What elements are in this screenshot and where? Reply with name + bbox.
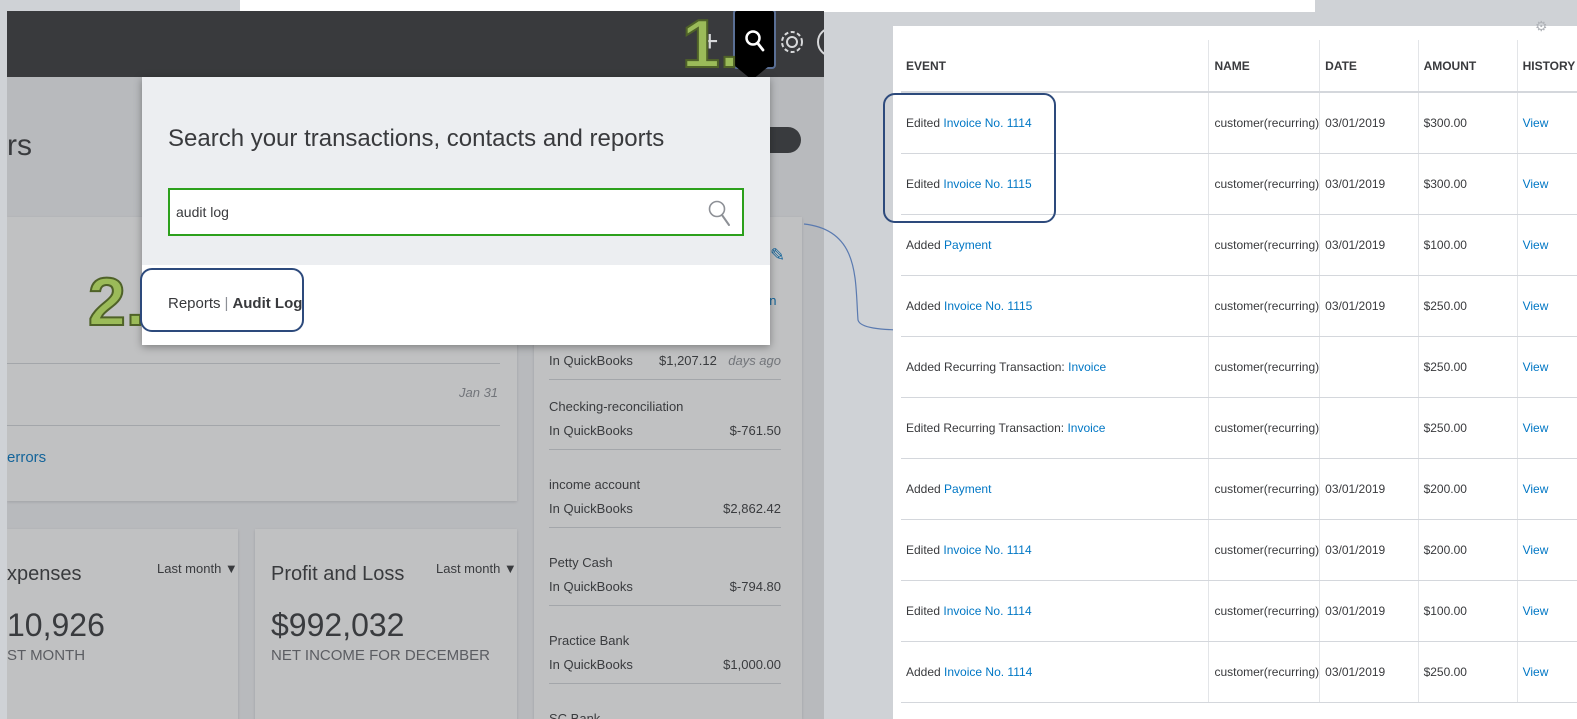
name-cell: customer(recurring) — [1208, 641, 1320, 703]
history-view-link[interactable]: View — [1523, 116, 1549, 130]
event-cell: Added Invoice No. 1114 — [901, 641, 1209, 703]
amount-cell: $100.00 — [1417, 580, 1518, 642]
column-header-event[interactable]: EVENT — [901, 40, 1209, 93]
search-icon — [745, 30, 765, 52]
date-cell: 03/01/2019 — [1319, 92, 1419, 154]
table-row: Added Invoice No. 1114 customer(recurrin… — [901, 641, 1577, 703]
event-cell: Edited Recurring Transaction: Invoice — [901, 397, 1209, 459]
event-cell: Added Payment — [901, 458, 1209, 520]
name-cell: customer(recurring) — [1208, 214, 1320, 276]
table-row: Added Invoice No. 1115 customer(recurrin… — [901, 275, 1577, 337]
event-action: Edited — [906, 603, 941, 618]
search-icon[interactable] — [706, 198, 732, 228]
search-box[interactable] — [168, 188, 744, 236]
date-cell: 03/01/2019 — [1319, 458, 1419, 520]
amount-cell: $100.00 — [1417, 214, 1518, 276]
history-view-link[interactable]: View — [1523, 421, 1549, 435]
date-cell: 03/01/2019 — [1319, 153, 1419, 215]
event-action: Added — [906, 237, 941, 252]
date-cell: 03/01/2019 — [1319, 275, 1419, 337]
settings-corner-icon[interactable]: ⚙ — [1535, 18, 1548, 35]
event-link[interactable]: Invoice — [1067, 421, 1105, 435]
event-link[interactable]: Invoice No. 1114 — [943, 543, 1031, 557]
history-view-link[interactable]: View — [1523, 177, 1549, 191]
event-action: Added — [906, 298, 941, 313]
history-view-link[interactable]: View — [1523, 360, 1549, 374]
name-cell: customer(recurring) — [1208, 92, 1320, 154]
search-button[interactable] — [733, 11, 776, 69]
event-cell: Added Recurring Transaction: Invoice — [901, 336, 1209, 398]
amount-cell: $250.00 — [1417, 275, 1518, 337]
event-link[interactable]: Payment — [944, 482, 991, 496]
table-row: Added Payment customer(recurring) 03/01/… — [901, 458, 1577, 520]
name-cell: customer(recurring) — [1208, 519, 1320, 581]
event-action: Edited — [906, 542, 941, 557]
event-link[interactable]: Invoice No. 1115 — [944, 299, 1032, 313]
event-link[interactable]: Invoice No. 1114 — [943, 604, 1031, 618]
history-view-link[interactable]: View — [1523, 543, 1549, 557]
table-header-row: EVENT NAME DATE AMOUNT HISTORY — [901, 40, 1577, 93]
table-row: Edited Invoice No. 1114 customer(recurri… — [901, 580, 1577, 642]
search-title: Search your transactions, contacts and r… — [168, 125, 665, 152]
column-header-history[interactable]: HISTORY — [1516, 40, 1577, 93]
highlight-box-result — [140, 268, 304, 332]
event-action: Added — [906, 481, 941, 496]
amount-cell: $300.00 — [1417, 92, 1518, 154]
event-action: Added — [906, 664, 941, 679]
name-cell: customer(recurring) — [1208, 397, 1320, 459]
amount-cell: $250.00 — [1417, 336, 1518, 398]
name-cell: customer(recurring) — [1208, 275, 1320, 337]
gear-icon[interactable] — [777, 27, 807, 57]
history-view-link[interactable]: View — [1523, 299, 1549, 313]
history-view-link[interactable]: View — [1523, 604, 1549, 618]
date-cell — [1319, 397, 1419, 459]
history-view-link[interactable]: View — [1523, 665, 1549, 679]
table-row: Added Recurring Transaction: Invoice cus… — [901, 336, 1577, 398]
history-view-link[interactable]: View — [1523, 482, 1549, 496]
name-cell: customer(recurring) — [1208, 153, 1320, 215]
name-cell: customer(recurring) — [1208, 336, 1320, 398]
date-cell: 03/01/2019 — [1319, 519, 1419, 581]
date-cell: 03/01/2019 — [1319, 214, 1419, 276]
event-cell: Added Invoice No. 1115 — [901, 275, 1209, 337]
amount-cell: $200.00 — [1417, 458, 1518, 520]
amount-cell: $250.00 — [1417, 397, 1518, 459]
table-row: Edited Invoice No. 1114 customer(recurri… — [901, 519, 1577, 581]
name-cell: customer(recurring) — [1208, 458, 1320, 520]
date-cell — [1319, 336, 1419, 398]
name-cell: customer(recurring) — [1208, 580, 1320, 642]
search-input[interactable] — [176, 200, 696, 224]
event-link[interactable]: Payment — [944, 238, 991, 252]
event-link[interactable]: Invoice No. 1114 — [944, 665, 1032, 679]
amount-cell: $300.00 — [1417, 153, 1518, 215]
column-header-date[interactable]: DATE — [1319, 40, 1419, 93]
column-header-amount[interactable]: AMOUNT — [1417, 40, 1518, 93]
help-icon[interactable] — [817, 27, 824, 57]
event-cell: Edited Invoice No. 1114 — [901, 519, 1209, 581]
highlight-box-events — [883, 93, 1056, 223]
column-header-name[interactable]: NAME — [1208, 40, 1320, 93]
event-cell: Edited Invoice No. 1114 — [901, 580, 1209, 642]
step-number-2: 2. — [87, 264, 146, 340]
amount-cell: $250.00 — [1417, 641, 1518, 703]
amount-cell: $200.00 — [1417, 519, 1518, 581]
date-cell: 03/01/2019 — [1319, 641, 1419, 703]
table-row: Added Payment customer(recurring) 03/01/… — [901, 214, 1577, 276]
history-view-link[interactable]: View — [1523, 238, 1549, 252]
table-row: Edited Recurring Transaction: Invoice cu… — [901, 397, 1577, 459]
date-cell: 03/01/2019 — [1319, 580, 1419, 642]
step-number-1: 1. — [681, 6, 740, 82]
event-action: Edited Recurring Transaction: — [906, 420, 1065, 435]
event-link[interactable]: Invoice — [1068, 360, 1106, 374]
event-action: Added Recurring Transaction: — [906, 359, 1065, 374]
event-cell: Added Payment — [901, 214, 1209, 276]
